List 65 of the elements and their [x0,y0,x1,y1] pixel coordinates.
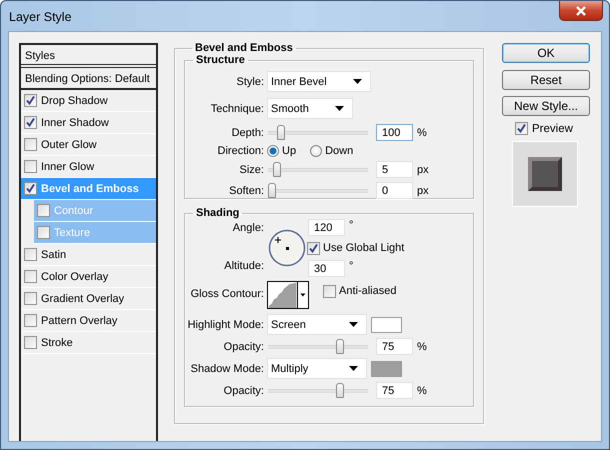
style-item[interactable]: Satin [21,244,156,266]
mode-dropdown[interactable]: Multiply [267,358,367,379]
field-label: Altitude: [223,260,264,272]
value-field[interactable]: 5 [376,161,413,178]
field-label: Depth: [230,126,264,138]
value-field[interactable]: 0 [376,182,413,199]
unit-label: % [417,126,427,138]
item-label: Inner Glow [41,160,94,172]
item-label: Outer Glow [41,138,97,150]
item-label: Bevel and Emboss [41,182,139,194]
style-item[interactable]: Color Overlay [21,266,156,288]
radio-label: Down [325,145,354,157]
value-field[interactable]: 120 [308,219,345,236]
field-label: Opacity: [222,340,264,352]
item-label: Drop Shadow [41,94,108,106]
field-label: Size: [238,164,264,176]
field-label: Direction: [216,145,264,157]
dialog-button[interactable]: Reset [502,70,590,90]
field-label: Soften: [228,184,264,196]
value-field[interactable]: 75 [376,338,413,355]
style-item[interactable]: Drop Shadow [21,90,156,112]
field-label: Gloss Contour: [190,288,264,300]
checkbox-label: Preview [532,122,573,134]
mode-dropdown[interactable]: Smooth [267,98,353,119]
style-item[interactable]: Pattern Overlay [21,310,156,332]
degree-label: ° [349,260,354,272]
mode-dropdown[interactable]: Screen [267,314,367,335]
value-field[interactable]: 100 [376,124,413,141]
item-label: Gradient Overlay [41,292,124,304]
value-field[interactable]: 75 [376,382,413,399]
item-label: Color Overlay [41,270,108,282]
checkbox-label: Anti-aliased [339,285,396,297]
degree-label: ° [349,219,354,231]
styles-header[interactable]: Styles [21,43,156,65]
field-label: Angle: [232,222,264,234]
window-title: Layer Style [8,10,72,24]
field-label: Shadow Mode: [190,362,264,374]
style-item[interactable]: Inner Shadow [21,112,156,134]
radio-label: Up [282,145,296,157]
item-label: Inner Shadow [41,116,109,128]
field-label: Highlight Mode: [186,318,264,330]
unit-label: % [417,384,427,396]
blending-options-item[interactable]: Blending Options: Default [21,67,156,90]
group-title: Structure [195,54,246,66]
group-title: Shading [195,207,240,219]
style-item[interactable]: Outer Glow [21,134,156,156]
item-label: Texture [54,226,90,238]
item-label: Pattern Overlay [41,314,118,326]
checkbox-label: Use Global Light [323,242,404,254]
mode-dropdown[interactable]: Inner Bevel [267,71,371,92]
item-label: Contour [54,204,94,216]
field-label: Opacity: [222,384,264,396]
unit-label: % [417,340,427,352]
style-item[interactable]: Gradient Overlay [21,288,156,310]
style-item[interactable]: Stroke [21,332,156,354]
unit-label: px [417,164,429,176]
value-field[interactable]: 30 [308,260,345,277]
dialog-button[interactable]: New Style... [502,96,590,116]
field-label: Style: [235,76,264,88]
item-label: Stroke [41,336,73,348]
item-label: Satin [41,248,66,260]
group-title: Bevel and Emboss [194,42,294,54]
field-label: Technique: [210,102,264,114]
dialog-button[interactable]: OK [502,43,590,63]
unit-label: px [417,184,429,196]
